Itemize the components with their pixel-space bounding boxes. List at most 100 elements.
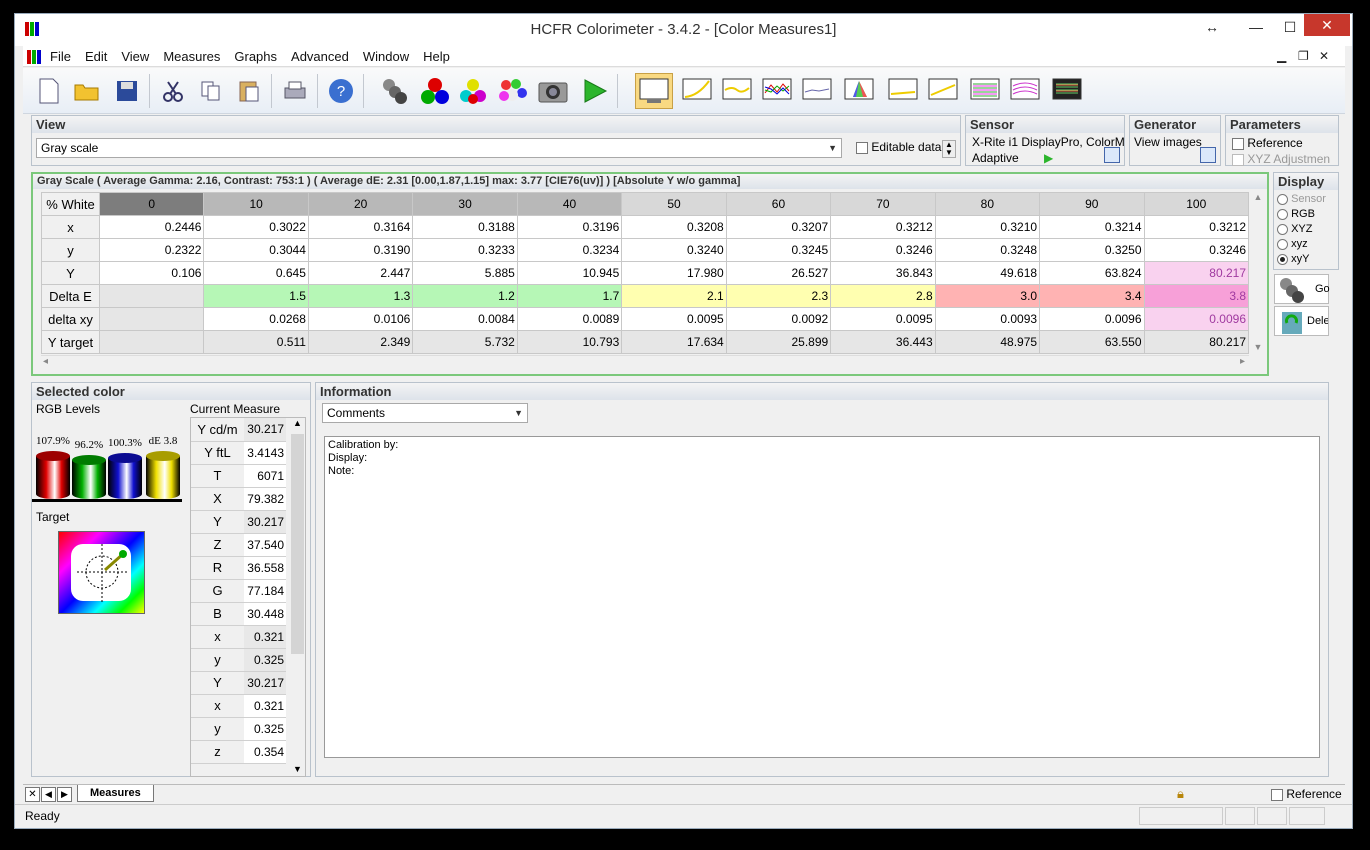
- print-icon[interactable]: [279, 75, 311, 107]
- status-reference-checkbox[interactable]: Reference: [1271, 787, 1342, 801]
- table-cell[interactable]: 63.824: [1039, 261, 1145, 285]
- table-cell[interactable]: 0.0089: [516, 307, 623, 331]
- graph-luminance-icon[interactable]: [681, 75, 713, 107]
- tab-measures[interactable]: Measures: [77, 785, 154, 802]
- minimize-button[interactable]: —: [1239, 16, 1273, 38]
- table-cell[interactable]: 3.0: [934, 284, 1041, 308]
- graph-sat-lum-icon[interactable]: [969, 75, 1001, 107]
- table-cell[interactable]: [98, 284, 205, 308]
- new-file-icon[interactable]: [33, 75, 65, 107]
- column-header[interactable]: 90: [1039, 192, 1145, 216]
- table-cell[interactable]: 0.0095: [621, 307, 727, 331]
- mdi-close-button[interactable]: ✕: [1319, 49, 1329, 63]
- delete-button[interactable]: Delet: [1274, 306, 1329, 336]
- graph-rgb-icon[interactable]: [761, 75, 793, 107]
- table-cell[interactable]: 0.0093: [934, 307, 1041, 331]
- table-cell[interactable]: 80.217: [1143, 261, 1250, 285]
- table-cell[interactable]: 0.0106: [307, 307, 414, 331]
- resize-icon[interactable]: ↔: [1195, 16, 1229, 38]
- table-cell[interactable]: 1.3: [307, 284, 414, 308]
- table-cell[interactable]: 0.3044: [203, 238, 309, 262]
- table-cell[interactable]: 17.980: [621, 261, 727, 285]
- graph-colortemp-icon[interactable]: [801, 75, 833, 107]
- camera-icon[interactable]: [537, 75, 569, 107]
- table-cell[interactable]: 3.4: [1039, 284, 1145, 308]
- display-option-xyy[interactable]: xyY: [1277, 252, 1326, 267]
- menu-graphs[interactable]: Graphs: [227, 46, 284, 67]
- help-icon[interactable]: ?: [325, 75, 357, 107]
- table-cell[interactable]: 17.634: [621, 330, 727, 354]
- display-option-xyz[interactable]: XYZ: [1277, 222, 1326, 237]
- table-cell[interactable]: 0.3248: [934, 238, 1041, 262]
- table-cell[interactable]: 0.3246: [1143, 238, 1250, 262]
- mdi-restore-button[interactable]: ❐: [1298, 49, 1309, 63]
- table-cell[interactable]: 0.0096: [1143, 307, 1250, 331]
- measure-gray-icon[interactable]: [379, 75, 411, 107]
- comments-textarea[interactable]: Calibration by: Display: Note:: [324, 436, 1320, 758]
- information-select[interactable]: Comments ▼: [322, 403, 528, 423]
- table-cell[interactable]: 2.1: [621, 284, 727, 308]
- spin-button[interactable]: ▲ ▼: [942, 140, 956, 158]
- run-icon[interactable]: [579, 75, 611, 107]
- table-cell[interactable]: 0.3188: [412, 215, 518, 239]
- go-button[interactable]: Go: [1274, 274, 1330, 304]
- table-cell[interactable]: 10.793: [516, 330, 623, 354]
- table-cell[interactable]: 0.3214: [1039, 215, 1145, 239]
- table-cell[interactable]: 0.511: [203, 330, 309, 354]
- column-header[interactable]: 30: [412, 192, 518, 216]
- play-icon[interactable]: ▶: [1044, 151, 1053, 165]
- table-cell[interactable]: 3.8: [1143, 284, 1250, 308]
- table-cell[interactable]: 2.3: [725, 284, 832, 308]
- scroll-up-icon[interactable]: ▲: [1251, 192, 1265, 202]
- table-cell[interactable]: 63.550: [1039, 330, 1145, 354]
- paste-icon[interactable]: [233, 75, 265, 107]
- scroll-right-icon[interactable]: ▸: [1240, 356, 1245, 367]
- scroll-down-icon[interactable]: ▼: [290, 764, 305, 774]
- table-cell[interactable]: 0.2446: [98, 215, 205, 239]
- tab-prev-icon[interactable]: ◀: [41, 787, 56, 802]
- menu-measures[interactable]: Measures: [156, 46, 227, 67]
- sensor-config-icon[interactable]: [1104, 147, 1120, 163]
- column-header[interactable]: 20: [307, 192, 414, 216]
- table-cell[interactable]: 36.443: [830, 330, 936, 354]
- table-cell[interactable]: 5.732: [412, 330, 518, 354]
- measure-primaries-icon[interactable]: [419, 75, 451, 107]
- graph-saturation-icon[interactable]: [927, 75, 959, 107]
- table-cell[interactable]: 0.645: [203, 261, 309, 285]
- graph-measures-icon[interactable]: [1051, 75, 1083, 107]
- maximize-button[interactable]: ☐: [1273, 16, 1307, 38]
- table-cell[interactable]: 2.8: [830, 284, 936, 308]
- column-header[interactable]: 50: [621, 192, 727, 216]
- display-option-rgb[interactable]: RGB: [1277, 207, 1326, 222]
- column-header[interactable]: 80: [934, 192, 1041, 216]
- menu-help[interactable]: Help: [416, 46, 457, 67]
- table-cell[interactable]: 0.3207: [725, 215, 832, 239]
- menu-file[interactable]: File: [43, 46, 78, 67]
- column-header[interactable]: 0: [98, 192, 205, 216]
- table-cell[interactable]: [98, 307, 205, 331]
- table-cell[interactable]: 0.3196: [516, 215, 623, 239]
- measure-all-icon[interactable]: [497, 75, 529, 107]
- xyz-adjust-checkbox[interactable]: XYZ Adjustmen: [1232, 152, 1338, 166]
- display-option-xyz[interactable]: xyz: [1277, 237, 1326, 252]
- save-icon[interactable]: [111, 75, 143, 107]
- table-cell[interactable]: 0.3208: [621, 215, 727, 239]
- table-cell[interactable]: 0.3233: [412, 238, 518, 262]
- column-header[interactable]: 70: [830, 192, 936, 216]
- measure-scrollbar[interactable]: ▲ ▼: [290, 418, 305, 776]
- column-header[interactable]: 100: [1143, 192, 1250, 216]
- table-cell[interactable]: 0.3212: [1143, 215, 1250, 239]
- graph-sat-shift-icon[interactable]: [1009, 75, 1041, 107]
- copy-icon[interactable]: [195, 75, 227, 107]
- table-cell[interactable]: 0.2322: [98, 238, 205, 262]
- table-cell[interactable]: 0.3250: [1039, 238, 1145, 262]
- table-cell[interactable]: 5.885: [412, 261, 518, 285]
- table-cell[interactable]: 0.3164: [307, 215, 414, 239]
- vertical-scrollbar[interactable]: ▲ ▼: [1251, 192, 1265, 352]
- scroll-left-icon[interactable]: ◂: [43, 356, 48, 367]
- table-cell[interactable]: 26.527: [725, 261, 832, 285]
- menu-advanced[interactable]: Advanced: [284, 46, 356, 67]
- table-cell[interactable]: 0.3245: [725, 238, 832, 262]
- open-folder-icon[interactable]: [71, 75, 103, 107]
- table-cell[interactable]: 0.3240: [621, 238, 727, 262]
